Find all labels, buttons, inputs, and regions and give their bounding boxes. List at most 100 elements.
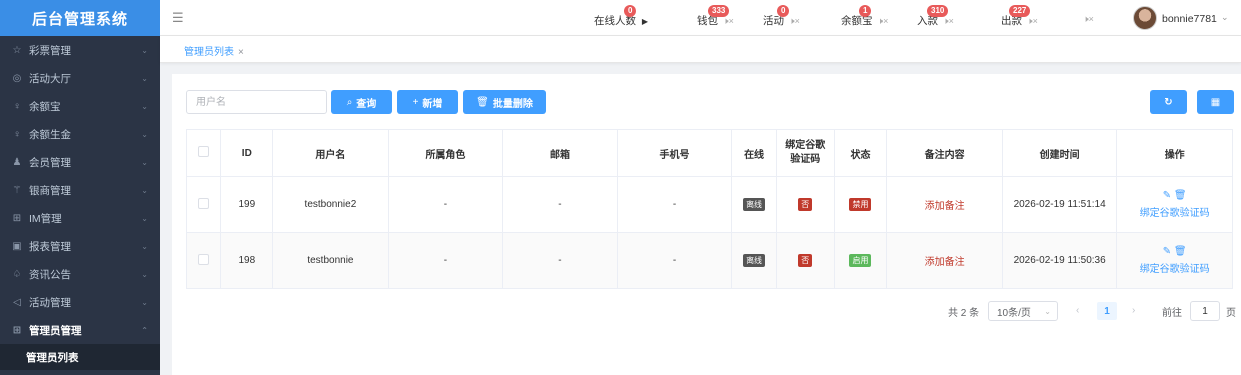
cell-username: testbonnie2: [272, 176, 389, 233]
tab-label: 管理员列表: [184, 47, 234, 58]
mute-icon[interactable]: 🕨×: [1027, 16, 1038, 26]
admin-table: ID 用户名 所属角色 邮箱 手机号 在线 绑定谷歌验证码 状态 备注内容 创建…: [185, 129, 1233, 289]
pagination-total: 共 2 条: [948, 308, 980, 319]
status-badge: 禁用: [849, 198, 872, 211]
row-checkbox[interactable]: [198, 197, 210, 209]
cell-status: 启用: [833, 232, 888, 289]
next-page-button[interactable]: ›: [1132, 305, 1135, 316]
chevron-down-icon: ⌄: [141, 45, 148, 55]
column-header: 备注内容: [886, 129, 1003, 177]
mute-icon[interactable]: 🕨×: [723, 16, 734, 26]
sidebar-item-label: 彩票管理: [29, 44, 71, 57]
online-count[interactable]: 在线人数 0 ▶: [594, 5, 648, 28]
grid-icon: ⊞: [12, 212, 22, 224]
sidebar-subitem-admin-list[interactable]: 管理员列表: [0, 344, 160, 370]
mute-icon[interactable]: 🕨×: [1083, 14, 1094, 24]
wallet-notice[interactable]: 钱包 333 🕨×: [697, 5, 734, 28]
row-select-cell[interactable]: [185, 176, 222, 233]
bind-google-link[interactable]: 绑定谷歌验证码: [1117, 204, 1232, 219]
merchant-icon: ⚚: [12, 184, 22, 196]
column-header: ID: [220, 129, 274, 177]
batch-delete-label: 批量删除: [492, 98, 533, 110]
yuebao-label: 余额宝: [841, 15, 873, 27]
add-remark-link[interactable]: 添加备注: [925, 201, 965, 212]
table-header-row: ID 用户名 所属角色 邮箱 手机号 在线 绑定谷歌验证码 状态 备注内容 创建…: [185, 129, 1233, 177]
table-row: 199 testbonnie2 - - - 离线 否 禁用 添加备注 2026-…: [185, 176, 1233, 233]
cell-created: 2026-02-19 11:51:14: [1001, 176, 1118, 233]
cell-email: -: [502, 176, 618, 233]
page-unit-label: 页: [1226, 308, 1236, 319]
cell-remark: 添加备注: [886, 232, 1003, 289]
cell-status: 禁用: [833, 176, 888, 233]
refresh-button[interactable]: ↻: [1150, 90, 1187, 114]
goto-page-input[interactable]: [1190, 301, 1220, 321]
sidebar-item-label: 银商管理: [29, 184, 71, 197]
edit-icon[interactable]: ✎: [1163, 246, 1171, 257]
sidebar-item-yuebao[interactable]: ♀ 余额宝 ⌄: [0, 92, 160, 120]
page-size-select[interactable]: 10条/页 ⌄: [988, 301, 1058, 321]
bind-google-link[interactable]: 绑定谷歌验证码: [1117, 260, 1232, 275]
send-icon: ◁: [13, 296, 21, 308]
row-checkbox[interactable]: [198, 253, 210, 265]
refresh-icon: ↻: [1164, 96, 1173, 108]
add-remark-link[interactable]: 添加备注: [925, 257, 965, 268]
chevron-down-icon: ⌄: [141, 185, 148, 195]
select-all-cell[interactable]: [185, 129, 222, 177]
sidebar-item-activities[interactable]: ◁ 活动管理 ⌄: [0, 288, 160, 316]
sidebar-item-label: 活动大厅: [29, 72, 71, 85]
column-header: 绑定谷歌验证码: [775, 129, 835, 177]
mute-icon[interactable]: 🕨×: [943, 16, 954, 26]
column-header: 手机号: [616, 129, 733, 177]
sidebar-item-label: 管理员管理: [29, 324, 82, 337]
prev-page-button[interactable]: ‹: [1076, 305, 1079, 316]
column-settings-button[interactable]: ▦: [1197, 90, 1234, 114]
mute-icon[interactable]: 🕨×: [877, 16, 888, 26]
chevron-down-icon[interactable]: ⌄: [1221, 12, 1229, 23]
row-select-cell[interactable]: [185, 232, 222, 289]
add-button[interactable]: + 新增: [397, 90, 458, 114]
current-page[interactable]: 1: [1097, 302, 1117, 320]
plus-icon: +: [412, 96, 419, 108]
withdraw-notice[interactable]: 出款 227 🕨×: [1001, 5, 1038, 28]
close-icon[interactable]: ×: [238, 47, 244, 58]
user-icon: ♟: [12, 156, 22, 168]
sidebar-item-balance-interest[interactable]: ♀ 余额生金 ⌄: [0, 120, 160, 148]
cell-google: 否: [775, 176, 835, 233]
deposit-notice[interactable]: 入款 310 🕨×: [917, 5, 954, 28]
sidebar-item-im[interactable]: ⊞ IM管理 ⌄: [0, 204, 160, 232]
trash-icon[interactable]: 🗑: [1174, 190, 1187, 201]
topbar: ☰ 在线人数 0 ▶ 钱包 333 🕨× 活动 0 🕨× 余额宝 1 🕨× 入款…: [160, 0, 1241, 36]
menu-toggle-icon[interactable]: ☰: [172, 10, 184, 26]
mute-icon[interactable]: 🕨×: [789, 16, 800, 26]
star-icon: ☆: [12, 44, 22, 56]
avatar[interactable]: [1133, 6, 1157, 30]
sidebar-item-merchants[interactable]: ⚚ 银商管理 ⌄: [0, 176, 160, 204]
sidebar-item-label: 余额生金: [29, 128, 71, 141]
cell-email: -: [502, 232, 618, 289]
sidebar-item-members[interactable]: ♟ 会员管理 ⌄: [0, 148, 160, 176]
yuebao-notice[interactable]: 余额宝 1 🕨×: [841, 5, 888, 28]
sidebar-item-news[interactable]: ♤ 资讯公告 ⌄: [0, 260, 160, 288]
query-button[interactable]: ⌕ 查询: [331, 90, 392, 114]
sidebar-item-activity-hall[interactable]: ◎ 活动大厅 ⌄: [0, 64, 160, 92]
batch-delete-button[interactable]: 🗑 批量删除: [463, 90, 546, 114]
google-bound-tag: 否: [798, 254, 813, 267]
sidebar-item-lottery[interactable]: ☆ 彩票管理 ⌄: [0, 36, 160, 64]
app-logo: 后台管理系统: [0, 0, 160, 36]
global-mute[interactable]: 🕨×: [1081, 13, 1094, 25]
sidebar-item-label: 余额宝: [29, 100, 61, 113]
username-search-input[interactable]: [186, 90, 327, 114]
activity-notice[interactable]: 活动 0 🕨×: [763, 5, 800, 28]
chevron-down-icon: ⌄: [141, 213, 148, 223]
edit-icon[interactable]: ✎: [1163, 190, 1171, 201]
tab-admin-list[interactable]: 管理员列表 ×: [184, 43, 244, 58]
column-header: 邮箱: [502, 129, 618, 177]
select-all-checkbox[interactable]: [198, 146, 210, 157]
current-username[interactable]: bonnie7781: [1162, 13, 1217, 25]
main-card: ⌕查询 +新增 🗑批量删除 ↻ ▦ ID 用户名 所属角色 邮箱 手机号 在线 …: [172, 74, 1241, 375]
sidebar-item-reports[interactable]: ▣ 报表管理 ⌄: [0, 232, 160, 260]
cell-phone: -: [616, 232, 733, 289]
sidebar-item-admins[interactable]: ⊞ 管理员管理 ⌃: [0, 316, 160, 344]
trash-icon[interactable]: 🗑: [1174, 246, 1187, 257]
cell-phone: -: [616, 176, 733, 233]
